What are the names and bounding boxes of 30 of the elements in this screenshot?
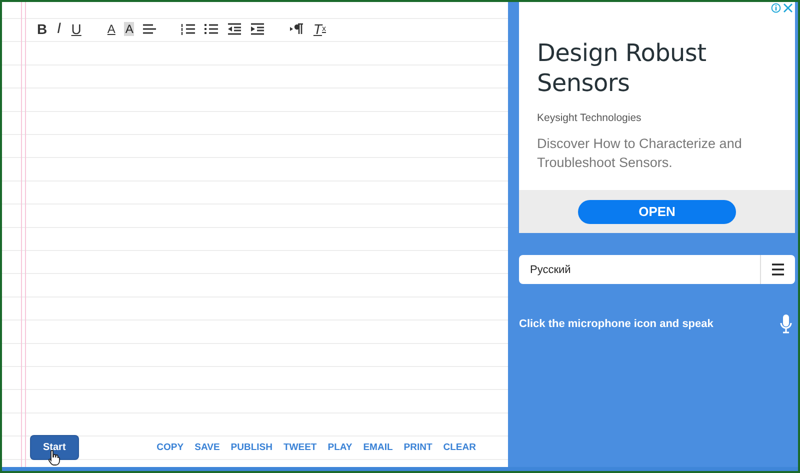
advertiser-name: Keysight Technologies xyxy=(537,112,642,124)
outdent-icon[interactable] xyxy=(227,22,242,36)
bold-button[interactable]: B xyxy=(36,22,48,36)
ad-title: Design Robust Sensors xyxy=(537,38,708,98)
underline-button[interactable]: U xyxy=(70,22,82,36)
bullet-list-icon[interactable] xyxy=(204,22,220,36)
action-link[interactable]: SAVE xyxy=(194,442,220,453)
action-link[interactable]: TWEET xyxy=(283,442,317,453)
text-color-button[interactable]: A xyxy=(106,22,116,36)
microphone-icon[interactable] xyxy=(780,314,792,334)
menu-icon[interactable] xyxy=(772,263,784,276)
highlight-button[interactable]: A xyxy=(124,22,134,36)
start-button[interactable]: Start xyxy=(31,436,78,459)
action-link[interactable]: CLEAR xyxy=(443,442,476,453)
action-link[interactable]: PLAY xyxy=(328,442,352,453)
italic-button[interactable]: I xyxy=(56,22,62,36)
action-link[interactable]: COPY xyxy=(156,442,184,453)
action-link[interactable]: EMAIL xyxy=(363,442,393,453)
action-link[interactable]: PUBLISH xyxy=(230,442,272,453)
paragraph-icon[interactable] xyxy=(289,22,304,36)
indent-icon[interactable] xyxy=(250,22,266,36)
close-icon[interactable] xyxy=(783,3,793,13)
action-link[interactable]: PRINT xyxy=(404,442,432,453)
align-left-icon[interactable] xyxy=(142,22,158,36)
ad-description: Discover How to Characterize and Troubleshoot Sensors. xyxy=(537,135,743,172)
open-button[interactable]: OPEN xyxy=(578,200,736,224)
instruction-text: Click the microphone icon and speak xyxy=(519,318,714,330)
language-select[interactable]: Русский xyxy=(519,255,795,284)
info-icon[interactable] xyxy=(771,3,781,13)
numbered-list-icon[interactable] xyxy=(181,22,196,36)
